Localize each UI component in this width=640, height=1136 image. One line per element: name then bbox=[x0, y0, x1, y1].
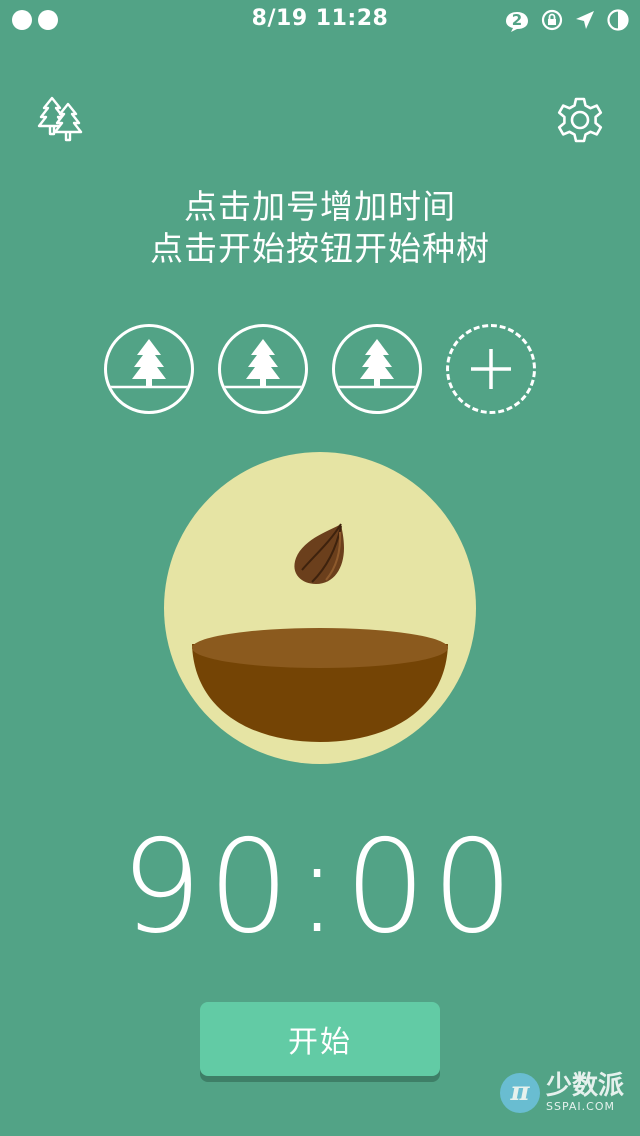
gear-icon bbox=[557, 97, 603, 143]
instruction-line-2: 点击开始按钮开始种树 bbox=[150, 229, 490, 268]
instruction-line-1: 点击加号增加时间 bbox=[184, 187, 456, 226]
soil-bowl-icon bbox=[192, 628, 448, 742]
rotation-lock-icon bbox=[540, 8, 564, 36]
location-arrow-icon bbox=[574, 9, 596, 35]
add-time-button[interactable] bbox=[446, 324, 536, 414]
tree-slot-2[interactable] bbox=[218, 324, 308, 414]
forest-icon bbox=[37, 96, 83, 142]
status-bar: 8/19 11:28 2 bbox=[0, 0, 640, 40]
pot-illustration bbox=[192, 523, 448, 742]
tree-growth-display bbox=[164, 452, 476, 764]
forest-button[interactable] bbox=[34, 94, 86, 146]
settings-button[interactable] bbox=[554, 94, 606, 146]
message-bubble-icon: 2 bbox=[504, 10, 530, 34]
watermark-en: SSPAI.COM bbox=[546, 1100, 615, 1113]
instructions: 点击加号增加时间 点击开始按钮开始种树 bbox=[0, 186, 640, 270]
tree-icon bbox=[107, 339, 191, 389]
notification-count: 2 bbox=[511, 11, 523, 29]
tree-slot-3[interactable] bbox=[332, 324, 422, 414]
seed-icon bbox=[294, 523, 344, 584]
countdown-timer: 90:00 bbox=[120, 813, 520, 962]
tree-icon bbox=[335, 339, 419, 389]
tree-slot-1[interactable] bbox=[104, 324, 194, 414]
battery-icon bbox=[606, 8, 630, 36]
tree-icon bbox=[221, 339, 305, 389]
plus-icon bbox=[471, 349, 511, 389]
sspai-logo-icon: π bbox=[500, 1072, 540, 1113]
status-icons: 2 bbox=[504, 8, 630, 36]
watermark-cn: 少数派 bbox=[546, 1071, 625, 1101]
watermark-text: 少数派 SSPAI.COM bbox=[546, 1072, 624, 1113]
start-button[interactable]: 开始 bbox=[200, 1002, 440, 1076]
watermark: π 少数派 SSPAI.COM bbox=[500, 1072, 624, 1113]
